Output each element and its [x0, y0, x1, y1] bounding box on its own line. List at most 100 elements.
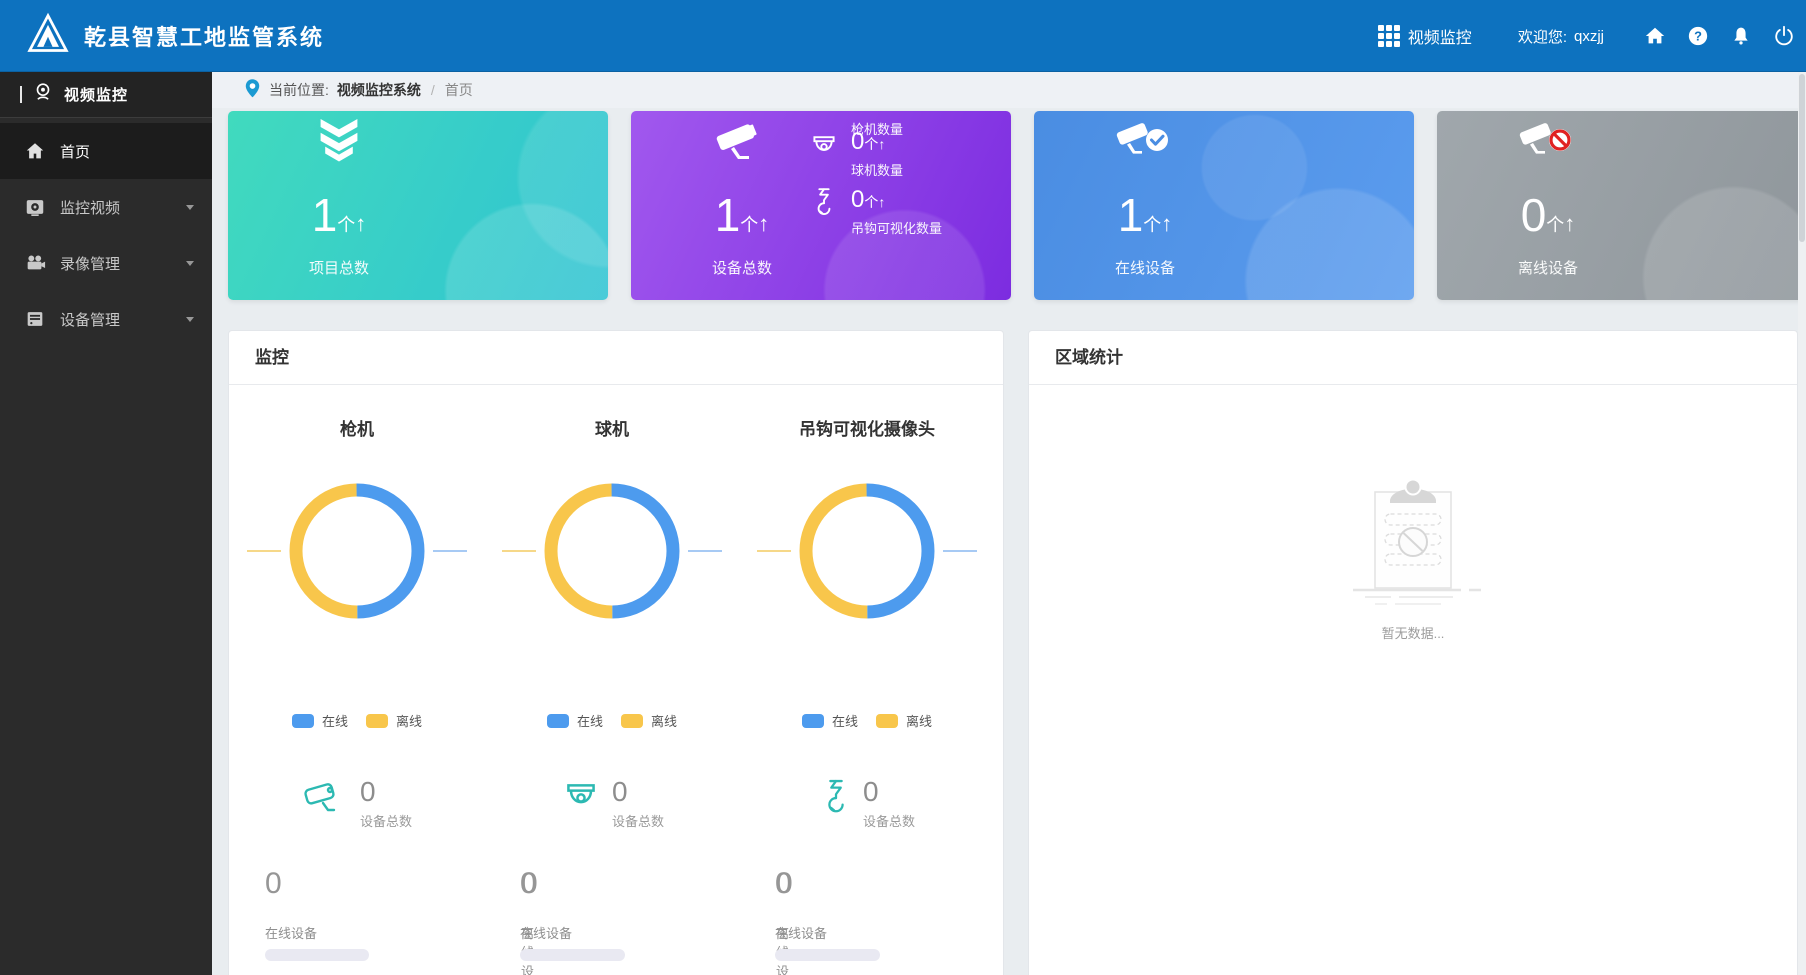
chevron-down-icon: [186, 261, 194, 266]
chart-column-dome-camera: 球机 在线 离线 0: [484, 385, 740, 965]
up-arrow-icon: ↑: [1161, 211, 1172, 236]
substat-label: 球机数量: [851, 160, 903, 179]
sidebar-title: 视频监控: [64, 84, 128, 105]
help-icon[interactable]: ?: [1686, 24, 1710, 48]
breadcrumb-system: 视频监控系统: [337, 80, 421, 100]
donut-chart: [245, 481, 469, 626]
substat-label: 吊钩可视化数量: [851, 218, 942, 237]
chevron-down-icon: [186, 317, 194, 322]
up-arrow-icon: ↑: [1564, 211, 1575, 236]
donut-chart: [755, 481, 979, 626]
logo-icon: [26, 12, 70, 61]
legend-offline-swatch: [621, 714, 643, 728]
monitor-panel: 监控 枪机 在线 离线: [228, 330, 1004, 975]
camera-check-icon: [1070, 111, 1220, 173]
online-value: 0: [265, 867, 282, 901]
stat-value: 1个↑: [667, 189, 817, 251]
stat-card-online-devices: 1个↑ 在线设备: [1034, 111, 1414, 300]
sidebar-header: 视频监控: [0, 72, 212, 118]
app-title: 乾县智慧工地监管系统: [84, 20, 324, 52]
home-icon[interactable]: [1643, 24, 1667, 48]
legend-offline-swatch: [366, 714, 388, 728]
app-root: 乾县智慧工地监管系统 视频监控 欢迎您: qxzjj ?: [0, 0, 1806, 975]
stat-value: 1个↑: [1070, 189, 1220, 251]
dome-camera-icon: [560, 777, 602, 826]
sidebar-item-recordings[interactable]: 录像管理: [0, 235, 212, 291]
scrollbar: [1798, 72, 1806, 975]
sidebar-item-home[interactable]: 首页: [0, 123, 212, 179]
location-pin-icon: [244, 78, 261, 102]
legend-offline-label: 离线: [396, 711, 422, 730]
sidebar-item-label: 监控视频: [60, 197, 120, 218]
sidebar-item-label: 设备管理: [60, 309, 120, 330]
chart-title: 枪机: [229, 415, 485, 440]
device-total: 0 设备总数: [739, 777, 995, 830]
breadcrumb-separator: /: [431, 82, 435, 98]
device-total: 0 设备总数: [229, 777, 485, 830]
region-stats-panel: 区域统计: [1028, 330, 1798, 975]
device-list-icon: [24, 308, 46, 330]
header-actions: 视频监控 欢迎您: qxzjj ?: [1378, 0, 1796, 72]
donut-chart: [500, 481, 724, 626]
sidebar: 视频监控 首页 监控视频 录像管理: [0, 72, 212, 975]
substat-value: 0个↑: [851, 187, 942, 215]
crane-hook-icon: [819, 777, 853, 826]
stat-value: 0个↑: [1473, 189, 1623, 251]
brand: 乾县智慧工地监管系统: [26, 0, 324, 72]
legend-online-label: 在线: [322, 711, 348, 730]
video-recorder-icon: [24, 252, 46, 274]
bell-icon[interactable]: [1729, 24, 1753, 48]
power-icon[interactable]: [1772, 24, 1796, 48]
sidebar-menu: 首页 监控视频 录像管理 设备管理: [0, 118, 212, 347]
sidebar-item-monitor-video[interactable]: 监控视频: [0, 179, 212, 235]
empty-state: 暂无数据...: [1333, 476, 1493, 642]
webcam-icon: [32, 81, 54, 108]
chart-column-gun-camera: 枪机 在线 离线 0: [229, 385, 485, 965]
device-total-value: 0: [360, 777, 412, 807]
stat-card-offline-devices: 0个↑ 离线设备: [1437, 111, 1806, 300]
empty-state-text: 暂无数据...: [1333, 623, 1493, 642]
sidebar-item-devices[interactable]: 设备管理: [0, 291, 212, 347]
legend-online-swatch: [802, 714, 824, 728]
up-arrow-icon: ↑: [878, 194, 885, 210]
legend-offline-label: 离线: [906, 711, 932, 730]
substat-hook-camera: 0个↑ 吊钩可视化数量: [807, 187, 942, 237]
substat-dome-camera: 0个↑ 球机数量: [807, 129, 903, 179]
chart-legend: 在线 离线: [484, 711, 740, 730]
device-total-value: 0: [863, 777, 915, 807]
online-value: 0: [520, 867, 537, 901]
camera-ban-icon: [1473, 111, 1623, 173]
up-arrow-icon: ↑: [355, 211, 366, 236]
crane-hook-icon: [807, 187, 841, 221]
scrollbar-thumb[interactable]: [1799, 74, 1805, 242]
legend-online-label: 在线: [832, 711, 858, 730]
top-header: 乾县智慧工地监管系统 视频监控 欢迎您: qxzjj ?: [0, 0, 1806, 72]
home-icon: [24, 140, 46, 162]
device-total-label: 设备总数: [612, 811, 664, 830]
legend-online-swatch: [547, 714, 569, 728]
nav-app-label: 视频监控: [1408, 24, 1472, 48]
breadcrumb-prefix: 当前位置:: [269, 80, 329, 100]
stat-label: 在线设备: [1070, 257, 1220, 278]
up-arrow-icon: ↑: [878, 136, 885, 152]
username: qxzjj: [1574, 28, 1604, 45]
sidebar-item-label: 首页: [60, 141, 90, 162]
chart-legend: 在线 离线: [739, 711, 995, 730]
legend-online-label: 在线: [577, 711, 603, 730]
chart-title: 球机: [484, 415, 740, 440]
progress-placeholder: [265, 949, 369, 961]
online-label: 在线设备: [520, 923, 572, 942]
device-total-label: 设备总数: [863, 811, 915, 830]
panel-title: 区域统计: [1029, 331, 1797, 385]
chevron-down-icon: [186, 205, 194, 210]
stat-card-projects: 1个↑ 项目总数: [228, 111, 608, 300]
stat-label: 离线设备: [1473, 257, 1623, 278]
sidebar-item-label: 录像管理: [60, 253, 120, 274]
up-arrow-icon: ↑: [758, 211, 769, 236]
device-total: 0 设备总数: [484, 777, 740, 830]
nav-app-switcher[interactable]: 视频监控: [1378, 24, 1472, 48]
chart-title: 吊钩可视化摄像头: [739, 415, 995, 440]
chevrons-down-icon: [264, 111, 414, 173]
legend-offline-swatch: [876, 714, 898, 728]
header-icon-group: ?: [1624, 24, 1796, 48]
